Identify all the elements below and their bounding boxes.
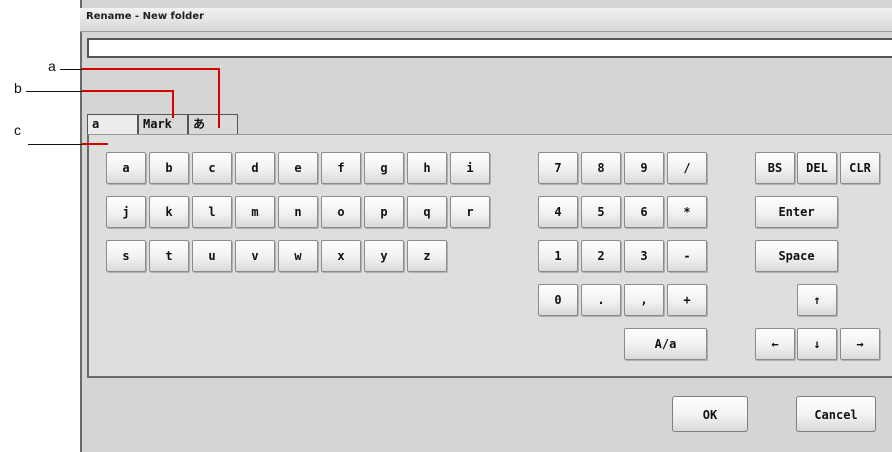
backspace-key[interactable]: BS: [755, 152, 795, 184]
callout-a-line: [82, 68, 220, 70]
callout-a-drop: [218, 68, 220, 128]
key-p[interactable]: p: [364, 196, 404, 228]
key-b[interactable]: b: [149, 152, 189, 184]
key-c[interactable]: c: [192, 152, 232, 184]
key-minus[interactable]: -: [667, 240, 707, 272]
key-e[interactable]: e: [278, 152, 318, 184]
key-2[interactable]: 2: [581, 240, 621, 272]
callout-label-a: a: [48, 58, 56, 74]
tab-mark[interactable]: Mark: [138, 114, 188, 134]
key-y[interactable]: y: [364, 240, 404, 272]
key-v[interactable]: v: [235, 240, 275, 272]
key-plus[interactable]: +: [667, 284, 707, 316]
key-m[interactable]: m: [235, 196, 275, 228]
arrow-down-key[interactable]: ↓: [797, 328, 837, 360]
key-r[interactable]: r: [450, 196, 490, 228]
arrow-up-key[interactable]: ↑: [797, 284, 837, 316]
tab-hiragana[interactable]: あ: [188, 114, 238, 134]
callout-label-b: b: [14, 80, 22, 96]
callout-a-leader: [60, 69, 82, 70]
arrow-up-icon: ↑: [813, 293, 821, 307]
key-f[interactable]: f: [321, 152, 361, 184]
dialog-title: Rename - New folder: [86, 11, 205, 22]
callout-b-drop: [172, 90, 174, 118]
key-w[interactable]: w: [278, 240, 318, 272]
key-3[interactable]: 3: [624, 240, 664, 272]
key-slash[interactable]: /: [667, 152, 707, 184]
delete-key[interactable]: DEL: [797, 152, 837, 184]
case-toggle-button[interactable]: A/a: [624, 328, 707, 360]
clear-key[interactable]: CLR: [840, 152, 880, 184]
key-a[interactable]: a: [106, 152, 146, 184]
key-z[interactable]: z: [407, 240, 447, 272]
key-x[interactable]: x: [321, 240, 361, 272]
key-s[interactable]: s: [106, 240, 146, 272]
key-j[interactable]: j: [106, 196, 146, 228]
key-8[interactable]: 8: [581, 152, 621, 184]
callout-c-line: [82, 143, 108, 145]
key-n[interactable]: n: [278, 196, 318, 228]
key-o[interactable]: o: [321, 196, 361, 228]
key-9[interactable]: 9: [624, 152, 664, 184]
arrow-right-key[interactable]: →: [840, 328, 880, 360]
key-h[interactable]: h: [407, 152, 447, 184]
key-i[interactable]: i: [450, 152, 490, 184]
key-t[interactable]: t: [149, 240, 189, 272]
key-u[interactable]: u: [192, 240, 232, 272]
arrow-right-icon: →: [856, 337, 864, 351]
key-6[interactable]: 6: [624, 196, 664, 228]
callout-b-line: [82, 90, 174, 92]
key-4[interactable]: 4: [538, 196, 578, 228]
cancel-button[interactable]: Cancel: [796, 396, 876, 432]
key-0[interactable]: 0: [538, 284, 578, 316]
key-d[interactable]: d: [235, 152, 275, 184]
ok-button[interactable]: OK: [672, 396, 748, 432]
callout-c-leader: [28, 144, 82, 145]
arrow-left-key[interactable]: ←: [755, 328, 795, 360]
key-k[interactable]: k: [149, 196, 189, 228]
key-l[interactable]: l: [192, 196, 232, 228]
key-q[interactable]: q: [407, 196, 447, 228]
key-1[interactable]: 1: [538, 240, 578, 272]
tab-alphabet[interactable]: a: [87, 114, 138, 135]
arrow-down-icon: ↓: [813, 337, 821, 351]
space-key[interactable]: Space: [755, 240, 838, 272]
key-7[interactable]: 7: [538, 152, 578, 184]
key-period[interactable]: .: [581, 284, 621, 316]
callout-label-c: c: [14, 122, 21, 138]
key-g[interactable]: g: [364, 152, 404, 184]
key-comma[interactable]: ,: [624, 284, 664, 316]
arrow-left-icon: ←: [771, 337, 779, 351]
enter-key[interactable]: Enter: [755, 196, 838, 228]
key-5[interactable]: 5: [581, 196, 621, 228]
folder-name-input[interactable]: [87, 38, 892, 58]
key-asterisk[interactable]: *: [667, 196, 707, 228]
callout-b-leader: [26, 91, 82, 92]
